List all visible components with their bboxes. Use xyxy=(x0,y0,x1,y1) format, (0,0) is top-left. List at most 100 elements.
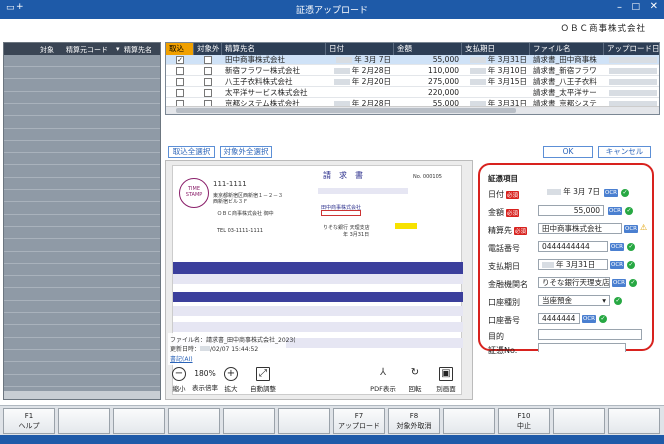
import-checkbox[interactable] xyxy=(176,78,184,86)
left-list-row[interactable] xyxy=(4,252,160,264)
pdf-view-tool[interactable]: ⅄ PDF表示 xyxy=(368,367,398,393)
minimize-icon[interactable]: – xyxy=(617,2,622,13)
left-list-row[interactable] xyxy=(4,104,160,117)
left-list-row[interactable] xyxy=(4,178,160,190)
function-key-f1[interactable]: F1 ヘルプ xyxy=(3,408,55,434)
col-filename[interactable]: ファイル名 xyxy=(530,43,604,55)
left-list-row[interactable] xyxy=(4,117,160,129)
left-list-row[interactable] xyxy=(4,92,160,104)
col-upload-date[interactable]: アップロード日 xyxy=(604,43,659,55)
function-key-blank-5[interactable] xyxy=(278,408,330,434)
function-key-blank-1[interactable] xyxy=(58,408,110,434)
date-field[interactable]: 年 3月 7日 xyxy=(538,187,602,198)
left-list-row[interactable] xyxy=(4,67,160,80)
left-list-row[interactable] xyxy=(4,363,160,375)
bank-field[interactable]: りそな銀行天理支店 xyxy=(538,277,610,288)
payee-warning-icon: ⚠ xyxy=(640,223,648,232)
left-scrollbar[interactable] xyxy=(4,391,160,399)
payee-field[interactable]: 田中商事株式会社 xyxy=(538,223,622,234)
left-col-name[interactable]: 精算先名 xyxy=(124,45,152,55)
ok-button[interactable]: OK xyxy=(543,146,593,158)
left-col-hd-icon[interactable]: ▾ xyxy=(116,45,120,53)
required-badge: 必須 xyxy=(506,190,520,199)
function-key-f10[interactable]: F10 中止 xyxy=(498,408,550,434)
cancel-button[interactable]: キャンセル xyxy=(598,146,651,158)
left-list-row[interactable] xyxy=(4,153,160,166)
company-bar: ＯＢＣ商事株式会社 xyxy=(0,19,664,36)
voucher-no-field[interactable] xyxy=(538,343,626,352)
col-import[interactable]: 取込 xyxy=(166,43,194,55)
import-checkbox[interactable] xyxy=(176,89,184,97)
left-list-row[interactable] xyxy=(4,203,160,215)
left-list-row[interactable] xyxy=(4,55,160,67)
function-key-blank-8[interactable] xyxy=(443,408,495,434)
amount-field[interactable]: 55,000 xyxy=(538,205,604,216)
account-type-select[interactable]: 当座預金 ▾ xyxy=(538,295,610,306)
zoom-label: 表示倍率 xyxy=(192,384,218,392)
due-field[interactable]: 年 3月31日 xyxy=(538,259,608,270)
separate-window-tool[interactable]: ▣ 別画面 xyxy=(430,367,462,393)
left-list-row[interactable] xyxy=(4,129,160,141)
invoice-issuer-box xyxy=(321,210,361,216)
left-list-row[interactable] xyxy=(4,264,160,277)
function-key-f7[interactable]: F7 アップロード xyxy=(333,408,385,434)
invoice-preview[interactable]: TIME STAMP 111-1111 東京都新宿区西新宿１－２－３ 西新宿ビル… xyxy=(165,160,473,400)
exclude-checkbox[interactable] xyxy=(204,89,212,97)
ai-link[interactable]: 書記(AI) xyxy=(170,354,193,363)
maximize-icon[interactable]: □ xyxy=(631,2,640,12)
left-list-row[interactable] xyxy=(4,338,160,350)
left-list-row[interactable] xyxy=(4,313,160,326)
table-row[interactable]: 八王子衣料株式会社 年 2月20日 275,000 年 3月15日 請求書_八王子衣料 xyxy=(166,77,659,87)
left-col-target[interactable]: 対象 xyxy=(40,45,54,55)
import-checkbox[interactable]: ✓ xyxy=(176,56,184,64)
left-list-row[interactable] xyxy=(4,190,160,203)
table-row[interactable]: 新宿フラワー株式会社 年 2月28日 110,000 年 3月10日 請求書_新宿フラワ xyxy=(166,66,659,76)
left-list-row[interactable] xyxy=(4,215,160,227)
table-row[interactable]: 太平洋サービス株式会社 220,000 請求書_太平洋サー xyxy=(166,88,659,98)
function-key-blank-4[interactable] xyxy=(223,408,275,434)
left-list-row[interactable] xyxy=(4,227,160,240)
function-key-f8[interactable]: F8 対象外取消 xyxy=(388,408,440,434)
import-checkbox[interactable] xyxy=(176,67,184,75)
left-list-row[interactable] xyxy=(4,80,160,92)
left-list-row[interactable] xyxy=(4,289,160,301)
select-all-import-button[interactable]: 取込全選択 xyxy=(168,146,215,158)
col-date[interactable]: 日付 xyxy=(326,43,394,55)
left-list-row[interactable] xyxy=(4,240,160,252)
col-exclude[interactable]: 対象外 xyxy=(194,43,222,55)
zoom-out-tool[interactable]: − 縮小 xyxy=(166,367,192,393)
left-list-row[interactable] xyxy=(4,141,160,154)
exclude-checkbox[interactable] xyxy=(204,56,212,64)
col-amount[interactable]: 金額 xyxy=(394,43,462,55)
zoom-value-tool[interactable]: 180% 表示倍率 xyxy=(190,369,220,392)
select-all-exclude-button[interactable]: 対象外全選択 xyxy=(220,146,272,158)
function-key-blank-11[interactable] xyxy=(608,408,660,434)
table-row[interactable]: ✓ 田中商事株式会社 年 3月 7日 55,000 年 3月31日 請求書_田中商事株 xyxy=(166,55,659,65)
auto-fit-tool[interactable]: ⤢ 自動調整 xyxy=(246,367,280,393)
col-payee[interactable]: 精算先名 xyxy=(222,43,326,55)
left-list-row[interactable] xyxy=(4,375,160,387)
left-list-row[interactable] xyxy=(4,350,160,363)
zoom-in-tool[interactable]: + 拡大 xyxy=(218,367,244,393)
exclude-checkbox[interactable] xyxy=(204,78,212,86)
close-icon[interactable]: ✕ xyxy=(650,1,658,12)
left-col-code[interactable]: 精算元コード xyxy=(66,45,108,55)
left-list-row[interactable] xyxy=(4,276,160,289)
function-key-blank-2[interactable] xyxy=(113,408,165,434)
left-list-row[interactable] xyxy=(4,326,160,338)
table-h-scrollbar[interactable] xyxy=(166,106,659,114)
phone-label: 電話番号 xyxy=(488,244,520,253)
phone-field[interactable]: 0444444444 xyxy=(538,241,608,252)
account-number-field[interactable]: 4444444 xyxy=(538,313,580,324)
left-list-row[interactable] xyxy=(4,166,160,178)
purpose-field[interactable] xyxy=(538,329,642,340)
function-key-blank-10[interactable] xyxy=(553,408,605,434)
rotate-tool[interactable]: ↻ 回転 xyxy=(402,367,428,393)
col-due[interactable]: 支払期日 xyxy=(462,43,530,55)
left-list-row[interactable] xyxy=(4,301,160,313)
function-key-blank-3[interactable] xyxy=(168,408,220,434)
exclude-checkbox[interactable] xyxy=(204,67,212,75)
file-info-box: ファイル名：請求書_田中商事株式会社_2023( 更新日時：/02/07 15:… xyxy=(168,333,296,365)
table-scroll-thumb[interactable] xyxy=(176,108,516,113)
invoice-title: 請 求 書 xyxy=(323,171,363,180)
